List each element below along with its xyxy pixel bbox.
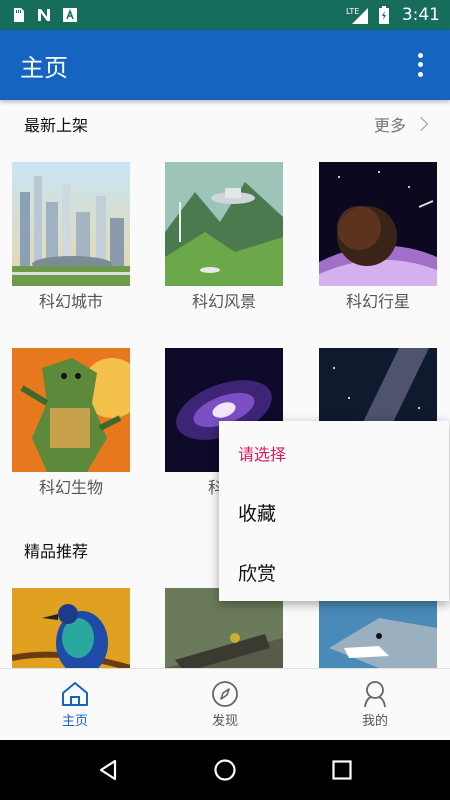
nav-item-profile[interactable]: 我的 xyxy=(300,669,450,740)
nav-label-discover: 发现 xyxy=(211,714,238,729)
sci-fi-city-image xyxy=(12,162,130,286)
tile-caption: 科幻生物 xyxy=(38,478,103,497)
a-notification-icon xyxy=(63,8,77,22)
back-icon[interactable] xyxy=(96,758,120,782)
popup-title: 请选择 xyxy=(238,445,287,464)
bottom-nav: 主页 发现 我的 xyxy=(0,668,450,740)
page-title: 主页 xyxy=(20,53,68,82)
nav-item-home[interactable]: 主页 xyxy=(0,669,150,740)
battery-icon xyxy=(378,6,389,24)
sci-fi-creature-image xyxy=(12,348,130,472)
status-bar: LTE 3:41 xyxy=(0,0,450,30)
signal-icon: LTE xyxy=(346,7,368,24)
tile-featured-bird[interactable] xyxy=(12,588,130,668)
more-vert-icon[interactable] xyxy=(410,51,430,79)
more-label: 更多 xyxy=(373,116,406,135)
tile-caption: 科幻风景 xyxy=(191,292,256,311)
tile-sci-fi-city[interactable]: 科幻城市 xyxy=(12,162,130,312)
tile-caption: 科幻行星 xyxy=(345,292,410,311)
home-circle-icon[interactable] xyxy=(213,758,237,782)
system-nav-bar xyxy=(0,740,450,800)
tile-sci-fi-planet[interactable]: 科幻行星 xyxy=(319,162,437,312)
nav-label-home: 主页 xyxy=(61,714,88,729)
tile-caption: 科幻城市 xyxy=(38,292,103,311)
sci-fi-planet-image xyxy=(319,162,437,286)
section-title-featured: 精品推荐 xyxy=(24,542,89,561)
compass-icon xyxy=(212,681,238,707)
nav-item-discover[interactable]: 发现 xyxy=(150,669,300,740)
bird-image xyxy=(12,588,130,668)
sd-card-icon xyxy=(14,8,24,22)
recents-icon[interactable] xyxy=(330,758,354,782)
nav-label-profile: 我的 xyxy=(361,714,388,729)
section-title-new: 最新上架 xyxy=(24,116,89,135)
app-bar: 主页 xyxy=(0,30,450,100)
n-notification-icon xyxy=(38,9,50,21)
svg-text:LTE: LTE xyxy=(346,7,359,16)
popup-option-favorite[interactable]: 收藏 xyxy=(238,499,276,526)
profile-icon xyxy=(364,681,386,708)
popup-option-appreciate[interactable]: 欣赏 xyxy=(238,559,276,586)
choice-popup: 请选择 收藏 欣赏 xyxy=(219,421,449,601)
more-button[interactable]: 更多 xyxy=(373,112,429,136)
status-time: 3:41 xyxy=(401,5,440,25)
tile-sci-fi-creature[interactable]: 科幻生物 xyxy=(12,348,130,498)
home-icon xyxy=(62,682,88,706)
sci-fi-landscape-image xyxy=(165,162,283,286)
section-header-new: 最新上架 更多 xyxy=(0,100,450,148)
tile-sci-fi-landscape[interactable]: 科幻风景 xyxy=(165,162,283,312)
chevron-right-icon xyxy=(413,116,429,132)
